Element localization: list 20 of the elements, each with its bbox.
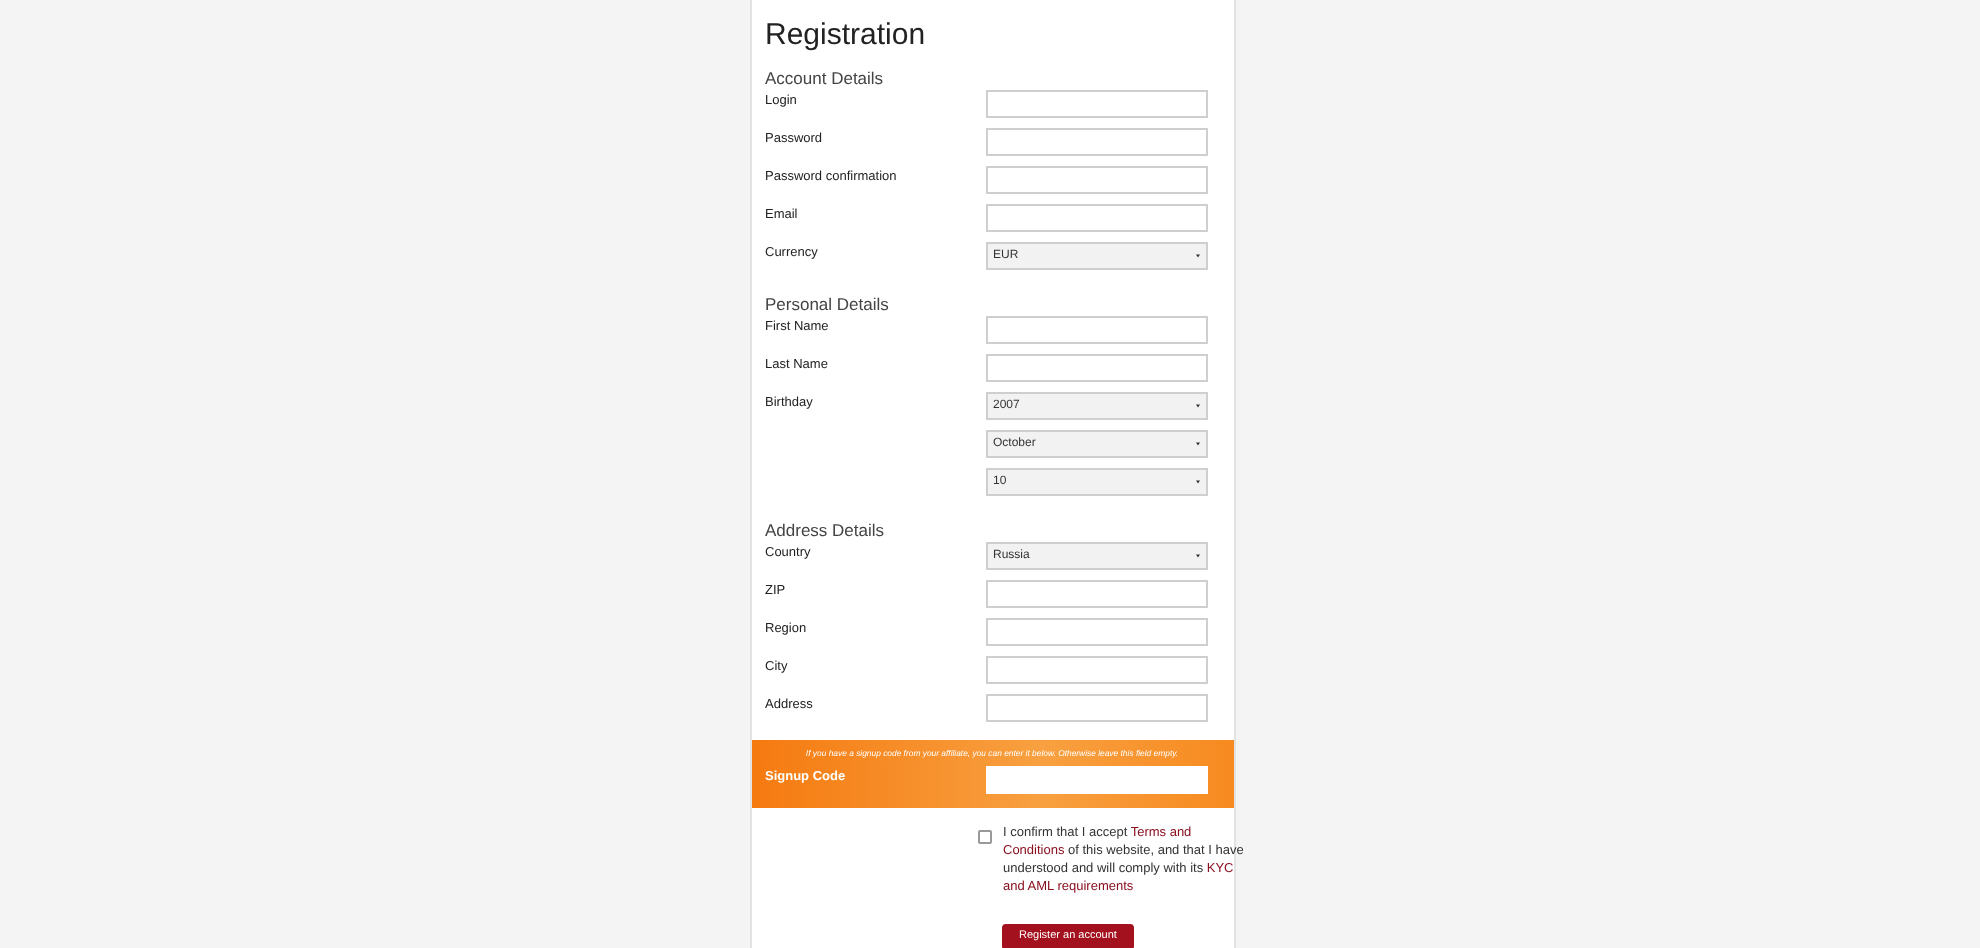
- input-field[interactable]: [985, 618, 1207, 646]
- caret-icon: [1195, 442, 1199, 446]
- caret-icon: [1195, 404, 1199, 408]
- input-field[interactable]: [985, 204, 1207, 232]
- section-heading: Account Details: [763, 66, 886, 90]
- section-heading: Personal Details: [763, 292, 891, 316]
- input-field[interactable]: [985, 128, 1207, 156]
- input-field[interactable]: [985, 694, 1207, 722]
- input-field[interactable]: [985, 656, 1207, 684]
- page-title: Registration: [763, 18, 928, 54]
- caret-icon: [1195, 554, 1199, 558]
- checkbox[interactable]: [977, 830, 991, 844]
- section-heading: Address Details: [763, 518, 887, 542]
- input-field[interactable]: [985, 580, 1207, 608]
- input-field[interactable]: [985, 90, 1207, 118]
- input-field[interactable]: [985, 166, 1207, 194]
- caret-icon: [1195, 480, 1199, 484]
- caret-icon: [1195, 254, 1199, 258]
- input-field[interactable]: [985, 316, 1207, 344]
- input-field[interactable]: [985, 354, 1207, 382]
